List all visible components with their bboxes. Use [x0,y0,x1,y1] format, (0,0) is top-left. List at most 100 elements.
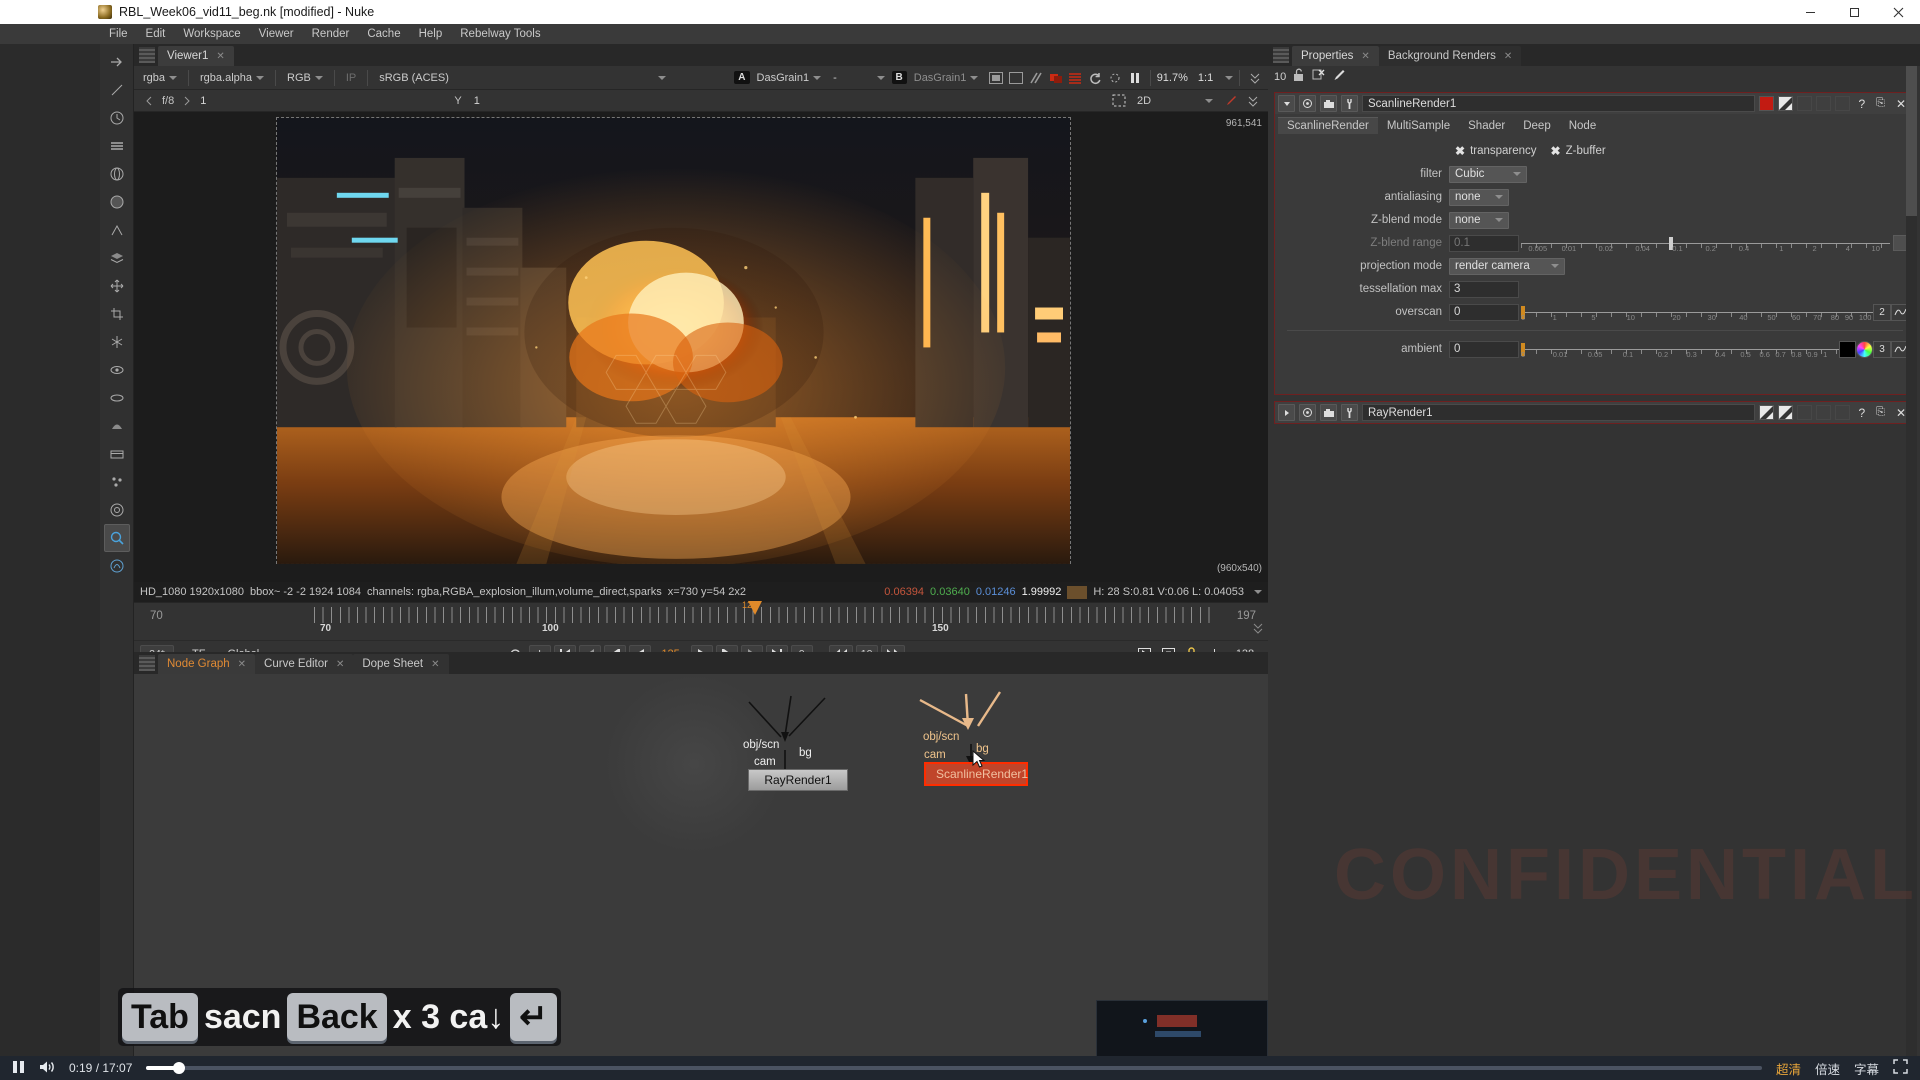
subtitles-button[interactable]: 字幕 [1854,1059,1879,1078]
input-ambient[interactable]: 0 [1449,340,1519,358]
next-icon[interactable] [178,92,196,110]
gain-value[interactable]: 1 [200,95,206,107]
dropdown-zblend-mode[interactable]: none [1449,211,1509,229]
refresh-icon[interactable] [1086,69,1104,87]
np-tab-node[interactable]: Node [1559,118,1606,134]
layers-stack-icon[interactable] [104,132,130,160]
circle-icon[interactable] [104,188,130,216]
expand-toolbar-icon[interactable] [1244,92,1262,110]
gain-icon[interactable] [1067,69,1085,87]
colorspace-dropdown[interactable]: sRGB (ACES) [374,71,671,85]
help-icon[interactable]: ? [1854,406,1869,420]
ellipse-icon[interactable] [104,384,130,412]
zoom-ratio[interactable]: 1:1 [1198,72,1213,84]
menu-rebelway-tools[interactable]: Rebelway Tools [451,24,549,44]
quill-icon[interactable] [104,76,130,104]
close-icon[interactable]: ✕ [1504,51,1512,62]
proxy-icon[interactable] [987,69,1005,87]
panel-grip-icon[interactable] [139,47,155,63]
gamma-icon[interactable] [1106,69,1124,87]
fullscreen-icon[interactable] [1893,1059,1908,1077]
mask-swatch[interactable] [1778,96,1794,111]
channels-dropdown[interactable]: rgba [138,71,182,85]
ambient-color-swatch[interactable] [1839,340,1856,358]
dropdown-projection-mode[interactable]: render camera [1449,257,1565,275]
pause-icon[interactable] [1126,69,1144,87]
ambient-precision-field[interactable]: 3 [1873,340,1891,358]
rebelway-icon[interactable] [104,552,130,580]
close-icon[interactable]: ✕ [216,51,224,62]
ip-toggle[interactable]: IP [341,71,361,85]
compare-dropdown[interactable]: - [828,71,889,85]
mask-swatch[interactable] [1759,405,1775,420]
chevron-down-icon[interactable] [1254,590,1262,594]
checkbox-zbuffer[interactable]: ✖ Z-buffer [1551,144,1606,158]
pen-icon[interactable] [1222,92,1240,110]
input-zblend-range[interactable]: 0.1 [1449,234,1519,252]
menu-viewer[interactable]: Viewer [250,24,303,44]
layer-dropdown[interactable]: rgba.alpha [195,71,269,85]
menu-help[interactable]: Help [410,24,452,44]
dropdown-filter[interactable]: Cubic [1449,165,1527,183]
target-icon[interactable] [104,496,130,524]
collapse-arrow-icon[interactable] [1278,95,1295,112]
wrench-icon[interactable] [1341,404,1358,421]
np-tab-multisample[interactable]: MultiSample [1377,118,1460,134]
slider-zblend-range[interactable]: 0.005 0.01 0.02 0.04 0.1 0.2 0.4 1 24 10 [1521,235,1890,253]
sphere-icon[interactable] [104,160,130,188]
color-swatch-red[interactable] [1759,96,1775,111]
quality-button[interactable]: 超清 [1776,1059,1801,1078]
viewer-node-icon[interactable] [103,524,130,552]
menu-file[interactable]: File [100,24,137,44]
stack-icon[interactable] [104,244,130,272]
timeline-start-field[interactable]: 70 [150,610,163,622]
input-a-dropdown[interactable]: DasGrain1 [752,71,827,85]
color-wheel-icon[interactable] [1856,340,1873,358]
camera-icon[interactable] [1320,95,1337,112]
menu-cache[interactable]: Cache [358,24,409,44]
move-icon[interactable] [104,272,130,300]
expand-toolbar-icon[interactable] [1252,621,1264,639]
input-b-dropdown[interactable]: DasGrain1 [909,71,984,85]
close-icon[interactable]: ✕ [336,659,344,670]
close-icon[interactable]: ✕ [238,659,246,670]
property-count[interactable]: 10 [1274,71,1286,83]
transform-arrow-icon[interactable] [104,48,130,76]
tab-dope-sheet[interactable]: Dope Sheet ✕ [353,654,449,674]
camera-icon[interactable] [1320,404,1337,421]
close-button[interactable] [1876,0,1920,24]
input-overscan[interactable]: 0 [1449,303,1519,321]
pencil-icon[interactable] [1332,68,1346,87]
unlock-icon[interactable] [1293,68,1305,87]
np-tab-deep[interactable]: Deep [1514,118,1560,134]
mask-icon[interactable] [1299,95,1316,112]
view-mode-dropdown[interactable]: 2D [1132,94,1218,108]
float-icon[interactable]: ⎘ [1873,406,1888,419]
node-rayrender1[interactable]: RayRender1 [748,769,848,791]
panel-grip-icon[interactable] [139,655,155,671]
eye-icon[interactable] [104,356,130,384]
display-dropdown[interactable]: RGB [282,71,328,85]
mask-icon[interactable] [1299,404,1316,421]
minimize-button[interactable] [1788,0,1832,24]
wrench-icon[interactable] [1341,95,1358,112]
particles-icon[interactable] [104,468,130,496]
clipping-icon[interactable] [1047,69,1065,87]
crop-icon[interactable] [104,300,130,328]
slider-overscan[interactable]: 01 5 10 20 30 40 50 60 70 80 90 100 [1521,304,1873,322]
asterisk-icon[interactable] [104,328,130,356]
input-tessellation-max[interactable]: 3 [1449,280,1519,298]
slider-ambient[interactable]: 0 0.01 0.05 0.1 0.2 0.3 0.4 0.5 0.6 0.7 0.8 0.… [1521,341,1839,359]
chevron-down-icon[interactable] [1225,75,1234,80]
volume-icon[interactable] [39,1060,55,1077]
dropdown-antialiasing[interactable]: none [1449,188,1509,206]
checkbox-transparency[interactable]: ✖ transparency [1455,144,1537,158]
mini-preview-thumbnail[interactable] [1096,1000,1268,1058]
roi-select-icon[interactable] [1110,92,1128,110]
expand-toolbar-icon[interactable] [1246,69,1264,87]
mask-swatch-2[interactable] [1778,405,1794,420]
tab-curve-editor[interactable]: Curve Editor ✕ [255,654,354,674]
archive-icon[interactable] [104,440,130,468]
help-icon[interactable]: ? [1854,97,1869,111]
maximize-button[interactable] [1832,0,1876,24]
